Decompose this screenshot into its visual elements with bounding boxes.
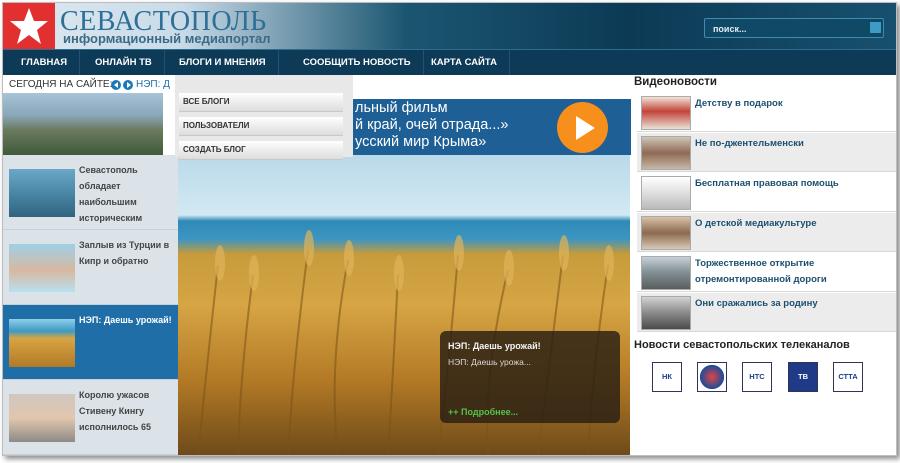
list-item[interactable]: Заплыв из Турции в Кипр и обратно xyxy=(3,230,178,305)
video-news-title: Они сражались за родину xyxy=(695,298,818,309)
list-item[interactable]: Королю ужасов Стивену Кингу исполнилось … xyxy=(3,380,178,455)
video-thumbnail xyxy=(641,256,691,290)
wheat-thumbnail xyxy=(9,319,75,367)
video-thumbnail xyxy=(641,136,691,170)
menu-item-users[interactable]: ПОЛЬЗОВАТЕЛИ xyxy=(179,117,343,136)
video-news-title: Торжественное открытие отремонтированной… xyxy=(695,258,827,285)
video-thumbnail xyxy=(641,296,691,330)
tv-logo-text: СТТА xyxy=(838,372,858,381)
today-news-ticker[interactable]: НЭП: Д xyxy=(136,79,170,90)
list-item-active[interactable]: НЭП: Даешь урожай! xyxy=(3,305,178,380)
video-news-title: Детству в подарок xyxy=(695,98,783,109)
left-news-list: Севастополь обладает наибольшим историче… xyxy=(3,155,178,455)
video-thumbnail xyxy=(641,96,691,130)
tv-channels-title: Новости севастопольских телеканалов xyxy=(634,339,850,351)
logo-box[interactable] xyxy=(3,3,55,49)
next-arrow-icon[interactable] xyxy=(123,80,133,90)
banner-line: льный фильм xyxy=(355,100,448,116)
hero-caption-title: НЭП: Даешь урожай! xyxy=(448,341,541,351)
main-nav: ГЛАВНАЯ ОНЛАЙН ТВ БЛОГИ И МНЕНИЯ СООБЩИТ… xyxy=(3,49,896,75)
tv-channel-logo-nk[interactable]: НК xyxy=(652,362,682,392)
tv-logo-text: ТВ xyxy=(798,372,808,381)
star-logo-icon xyxy=(10,8,48,44)
video-news-title: Бесплатная правовая помощь xyxy=(695,178,839,189)
site-header: СЕВАСТОПОЛЬ информационный медиапортал xyxy=(3,3,896,49)
video-thumbnail xyxy=(641,216,691,250)
portrait-thumbnail xyxy=(9,394,75,442)
ship-thumbnail xyxy=(9,169,75,217)
nav-item-report-news[interactable]: СООБЩИТЬ НОВОСТЬ xyxy=(291,50,424,75)
prev-arrow-icon[interactable] xyxy=(111,80,121,90)
read-more-link[interactable]: ++ Подробнее... xyxy=(448,407,518,417)
video-news-item[interactable]: О детской медиакультуре xyxy=(637,213,896,252)
search-button[interactable] xyxy=(870,22,881,33)
hero-slide[interactable]: НЭП: Даешь урожай! НЭП: Даешь урожа... +… xyxy=(178,155,630,455)
swimmer-thumbnail xyxy=(9,244,75,292)
video-thumbnail xyxy=(641,176,691,210)
hero-caption-text: НЭП: Даешь урожа... xyxy=(448,357,531,367)
list-item[interactable]: Севастополь обладает наибольшим историче… xyxy=(3,155,178,230)
film-banner[interactable]: льный фильм й край, очей отрада...» усск… xyxy=(353,99,631,155)
list-item-title: Севастополь обладает наибольшим историче… xyxy=(79,165,143,223)
nav-item-blogs[interactable]: БЛОГИ И МНЕНИЯ xyxy=(167,50,279,75)
video-news-item[interactable]: Бесплатная правовая помощь xyxy=(637,173,896,212)
tv-logo-text: НК xyxy=(662,372,672,381)
search-input[interactable] xyxy=(711,20,865,37)
tv-logo-text: НТС xyxy=(749,372,765,381)
list-item-title: Королю ужасов Стивену Кингу исполнилось … xyxy=(79,390,151,432)
menu-item-all-blogs[interactable]: ВСЕ БЛОГИ xyxy=(179,93,343,112)
list-item-title: НЭП: Даешь урожай! xyxy=(79,315,172,325)
video-news-item[interactable]: Торжественное открытие отремонтированной… xyxy=(637,253,896,292)
today-label: СЕГОДНЯ НА САЙТЕ: xyxy=(9,79,113,90)
crimea-landscape-photo xyxy=(3,93,163,155)
video-news-title: О детской медиакультуре xyxy=(695,218,817,229)
hero-caption: НЭП: Даешь урожай! НЭП: Даешь урожа... +… xyxy=(440,331,620,423)
video-news-item[interactable]: Не по-джентельменски xyxy=(637,133,896,172)
video-news-item[interactable]: Детству в подарок xyxy=(637,93,896,132)
blogs-dropdown: ВСЕ БЛОГИ ПОЛЬЗОВАТЕЛИ СОЗДАТЬ БЛОГ xyxy=(175,75,353,160)
menu-item-create-blog[interactable]: СОЗДАТЬ БЛОГ xyxy=(179,141,343,160)
play-icon[interactable] xyxy=(557,102,608,153)
banner-text: льный фильм й край, очей отрада...» усск… xyxy=(355,100,508,151)
tv-channel-logo-globe[interactable] xyxy=(697,362,727,392)
video-news-item[interactable]: Они сражались за родину xyxy=(637,293,896,332)
nav-item-home[interactable]: ГЛАВНАЯ xyxy=(9,50,81,75)
banner-line: й край, очей отрада...» xyxy=(355,117,509,133)
nav-item-sitemap[interactable]: КАРТА САЙТА xyxy=(419,50,510,75)
site-subtitle: информационный медиапортал xyxy=(63,31,271,46)
video-news-title: Видеоновости xyxy=(634,76,717,88)
page-frame: СЕВАСТОПОЛЬ информационный медиапортал Г… xyxy=(2,2,897,456)
search-box xyxy=(704,18,884,38)
tv-channel-logo-stta[interactable]: СТТА xyxy=(833,362,863,392)
video-news-title: Не по-джентельменски xyxy=(695,138,804,149)
tv-channel-logo-tv[interactable]: ТВ xyxy=(788,362,818,392)
banner-line: усский мир Крыма» xyxy=(355,134,487,150)
nav-item-online-tv[interactable]: ОНЛАЙН ТВ xyxy=(83,50,165,75)
list-item-title: Заплыв из Турции в Кипр и обратно xyxy=(79,240,170,266)
tv-channel-logo-nts[interactable]: НТС xyxy=(742,362,772,392)
